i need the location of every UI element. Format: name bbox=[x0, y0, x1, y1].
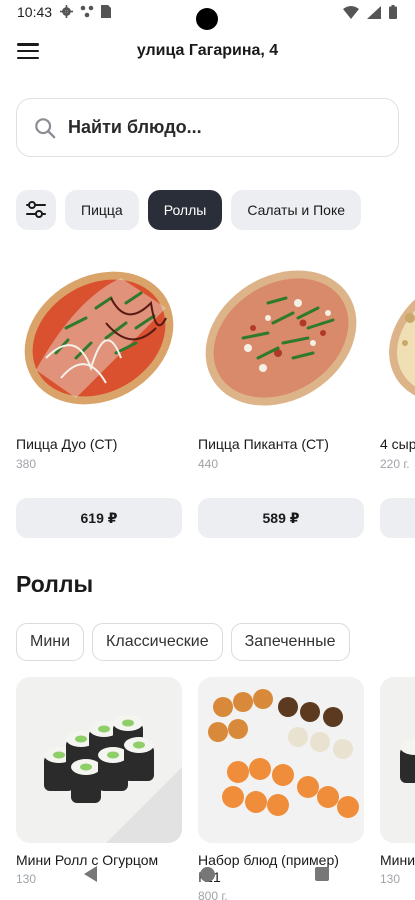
product-name: Пицца Дуо (СТ) bbox=[16, 436, 118, 452]
camera-cutout bbox=[196, 8, 218, 30]
price-button[interactable] bbox=[380, 498, 415, 538]
product-weight: 380 bbox=[16, 457, 37, 471]
mini-roll-image bbox=[380, 677, 415, 843]
subchip-mini[interactable]: Мини bbox=[16, 623, 85, 661]
pizza-carousel: Пицца Дуо (СТ) 380 619 ₽ Пицца Пиканта (… bbox=[16, 258, 415, 548]
subchip-baked[interactable]: Запеченные bbox=[230, 623, 350, 661]
nav-home-icon[interactable] bbox=[200, 867, 215, 882]
product-name: Мини bbox=[380, 852, 415, 868]
search-icon bbox=[35, 117, 56, 138]
product-card[interactable]: Набор блюд (пример) №1 800 г. bbox=[198, 677, 364, 900]
pizza-duo-image bbox=[16, 258, 182, 418]
category-chips: Пицца Роллы Салаты и Поке bbox=[16, 190, 362, 230]
rolls-carousel: Мини Ролл с Огурцом 130 Набор блюд (прим… bbox=[16, 677, 415, 900]
product-weight: 440 bbox=[198, 457, 219, 471]
product-name: Пицца Пиканта (СТ) bbox=[198, 436, 329, 452]
product-card[interactable]: Пицца Дуо (СТ) 380 619 ₽ bbox=[16, 258, 182, 538]
settings-gear-icon bbox=[60, 5, 73, 18]
price-button[interactable]: 589 ₽ bbox=[198, 498, 364, 538]
product-card[interactable]: Мини 130 bbox=[380, 677, 415, 886]
search-input[interactable] bbox=[68, 117, 368, 138]
chip-pizza[interactable]: Пицца bbox=[65, 190, 139, 230]
nav-back-icon[interactable] bbox=[84, 866, 97, 882]
section-title-rolls: Роллы bbox=[16, 571, 94, 597]
product-name: 4 сыр bbox=[380, 436, 415, 452]
set-1-image bbox=[198, 677, 364, 843]
wifi-icon bbox=[343, 5, 359, 19]
status-bar: 10:43 bbox=[0, 0, 415, 30]
status-notification-icons bbox=[60, 5, 111, 18]
dots-app-icon bbox=[80, 5, 94, 18]
product-name: Набор блюд (пример) №1 bbox=[198, 852, 339, 885]
app-header: улица Гагарина, 4 bbox=[0, 36, 415, 68]
status-system-icons bbox=[343, 5, 397, 19]
chip-rolls[interactable]: Роллы bbox=[147, 190, 223, 230]
price-button[interactable]: 619 ₽ bbox=[16, 498, 182, 538]
search-box[interactable] bbox=[16, 98, 399, 157]
filter-sliders-icon bbox=[26, 201, 46, 218]
nav-recents-icon[interactable] bbox=[315, 867, 329, 881]
product-weight: 130 bbox=[16, 872, 37, 886]
pizza-picanta-image bbox=[198, 258, 364, 418]
product-weight: 220 г. bbox=[380, 457, 410, 471]
product-card[interactable]: Мини Ролл с Огурцом 130 bbox=[16, 677, 182, 886]
chip-salads-poke[interactable]: Салаты и Поке bbox=[231, 190, 362, 230]
pizza-4-cheese-image bbox=[380, 258, 415, 418]
rolls-subcategories: Мини Классические Запеченные bbox=[16, 623, 350, 661]
sim-card-icon bbox=[101, 5, 111, 18]
product-card[interactable]: 4 сыр 220 г. bbox=[380, 258, 415, 538]
product-weight: 130 bbox=[380, 872, 401, 886]
subchip-classic[interactable]: Классические bbox=[92, 623, 223, 661]
signal-icon bbox=[367, 5, 381, 19]
product-card[interactable]: Пицца Пиканта (СТ) 440 589 ₽ bbox=[198, 258, 364, 538]
delivery-address[interactable]: улица Гагарина, 4 bbox=[0, 42, 415, 60]
filter-button[interactable] bbox=[16, 190, 56, 230]
battery-icon bbox=[389, 5, 397, 19]
mini-roll-cucumber-image bbox=[16, 677, 182, 843]
status-time: 10:43 bbox=[17, 4, 53, 20]
product-weight: 800 г. bbox=[198, 889, 228, 900]
